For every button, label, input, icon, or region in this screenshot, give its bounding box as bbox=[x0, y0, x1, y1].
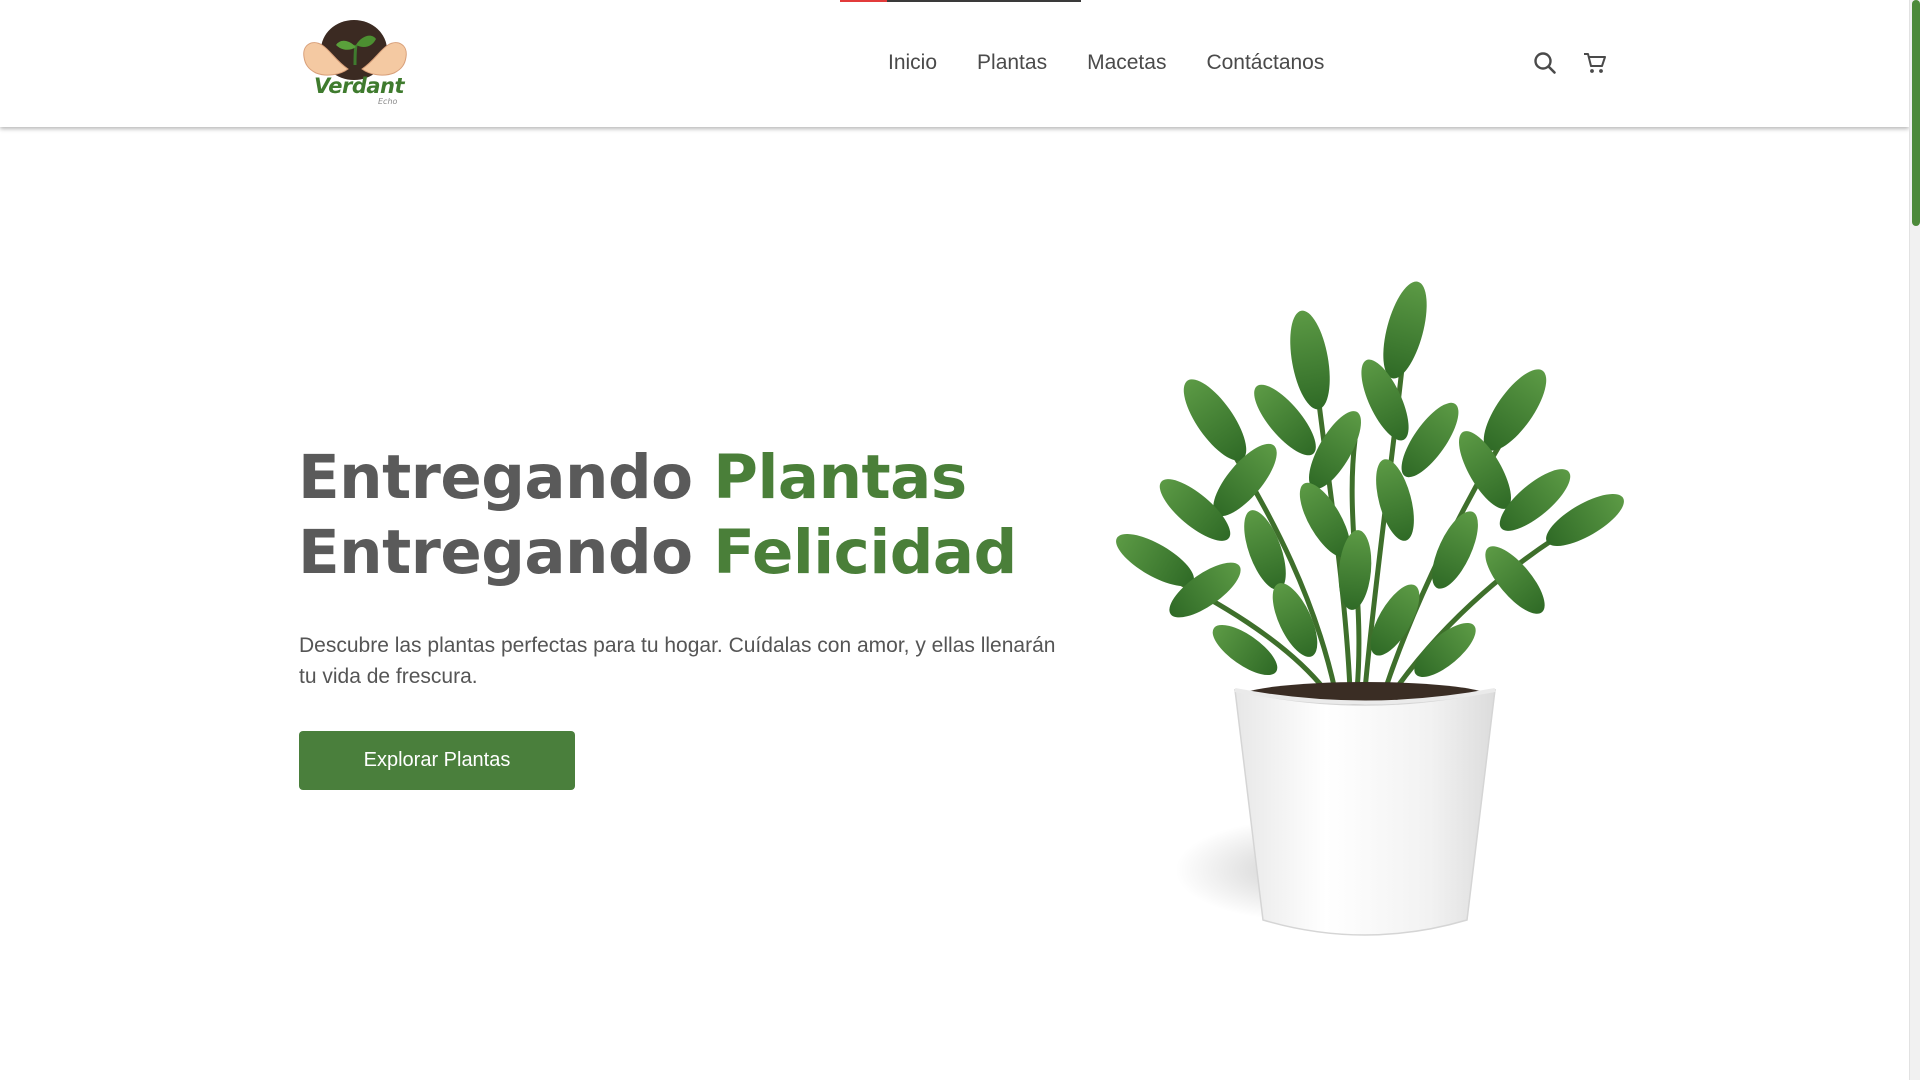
search-button[interactable] bbox=[1532, 50, 1558, 76]
site-header: Verdant Echo Inicio Plantas Macetas Cont… bbox=[0, 0, 1909, 127]
explore-plants-button[interactable]: Explorar Plantas bbox=[299, 731, 575, 790]
logo-wordmark: Verdant bbox=[314, 74, 405, 98]
hero-line-1-gray: Entregando bbox=[298, 442, 693, 513]
vertical-scrollbar[interactable] bbox=[1909, 0, 1920, 1080]
nav-item-plantas[interactable]: Plantas bbox=[977, 51, 1047, 75]
hero-line-2-green: Felicidad bbox=[713, 517, 1017, 588]
hero-plant-image bbox=[1095, 220, 1635, 940]
hero-description: Descubre las plantas perfectas para tu h… bbox=[299, 634, 1056, 688]
scrollbar-thumb[interactable] bbox=[1912, 0, 1920, 226]
hero-line-2: Entregando Felicidad bbox=[298, 517, 1017, 588]
logo-tagline: Echo bbox=[378, 97, 398, 106]
nav-item-inicio[interactable]: Inicio bbox=[888, 51, 937, 75]
brand-logo[interactable]: Verdant Echo bbox=[296, 17, 414, 111]
cart-button[interactable] bbox=[1582, 50, 1608, 76]
potted-plant-icon bbox=[1116, 281, 1624, 936]
top-progress-indicator bbox=[840, 0, 1081, 2]
main-nav: Inicio Plantas Macetas Contáctanos bbox=[888, 48, 1364, 78]
hero-heading: Entregando Plantas Entregando Felicidad bbox=[298, 440, 1017, 590]
hero-line-1-green: Plantas bbox=[713, 442, 967, 513]
nav-item-contactanos[interactable]: Contáctanos bbox=[1206, 51, 1324, 75]
page: Verdant Echo Inicio Plantas Macetas Cont… bbox=[0, 0, 1909, 1080]
top-progress-indicator-accent bbox=[840, 0, 887, 2]
hero-line-2-gray: Entregando bbox=[298, 517, 693, 588]
cart-icon bbox=[1584, 53, 1606, 73]
search-icon bbox=[1534, 52, 1556, 74]
hero-line-1: Entregando Plantas bbox=[298, 442, 967, 513]
nav-item-macetas[interactable]: Macetas bbox=[1087, 51, 1166, 75]
